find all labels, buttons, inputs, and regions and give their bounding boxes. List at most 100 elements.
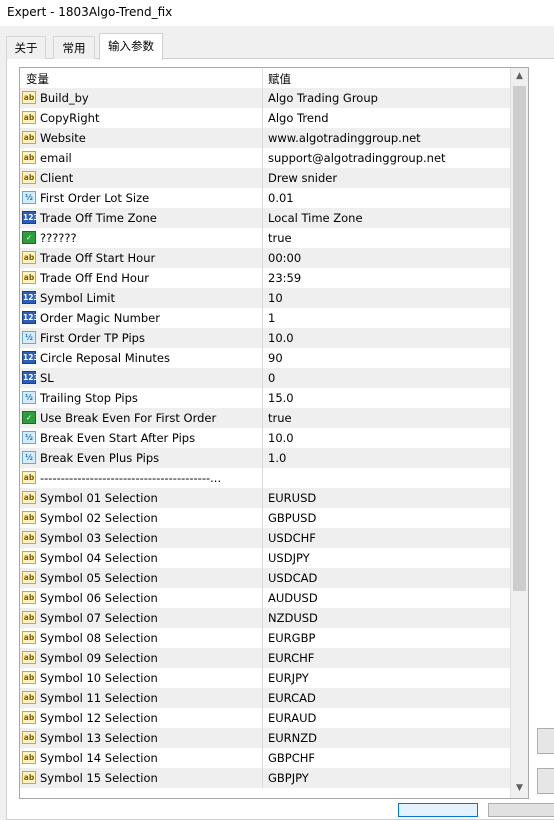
table-row[interactable]: ab Trade Off End Hour 23:59 xyxy=(20,268,510,288)
tab-common[interactable]: 常用 xyxy=(53,36,95,59)
table-row[interactable]: ab Symbol 15 Selection GBPJPY xyxy=(20,768,510,788)
text-type-icon: ab xyxy=(22,271,36,284)
side-button-2[interactable] xyxy=(537,768,554,794)
param-value[interactable]: AUDUSD xyxy=(268,591,318,605)
table-row[interactable]: ab Symbol 14 Selection GBPCHF xyxy=(20,748,510,768)
table-row[interactable]: 123 Circle Reposal Minutes 90 xyxy=(20,348,510,368)
ok-button[interactable] xyxy=(398,803,478,817)
param-value[interactable]: EURCAD xyxy=(268,691,316,705)
param-value[interactable]: GBPJPY xyxy=(268,771,309,785)
param-name: Symbol 08 Selection xyxy=(40,631,158,645)
table-row[interactable]: 123 SL 0 xyxy=(20,368,510,388)
param-value[interactable]: 0.01 xyxy=(268,191,294,205)
param-value[interactable]: GBPCHF xyxy=(268,751,315,765)
param-value[interactable]: 23:59 xyxy=(268,271,301,285)
tab-about[interactable]: 关于 xyxy=(6,36,46,59)
table-row[interactable]: 123 Order Magic Number 1 xyxy=(20,308,510,328)
table-row[interactable]: ab Trade Off Start Hour 00:00 xyxy=(20,248,510,268)
table-row[interactable]: ab Symbol 11 Selection EURCAD xyxy=(20,688,510,708)
double-type-icon: ½ xyxy=(22,391,36,404)
table-row[interactable]: ab Build_by Algo Trading Group xyxy=(20,88,510,108)
param-value[interactable]: GBPUSD xyxy=(268,511,316,525)
column-divider xyxy=(262,488,263,508)
param-value[interactable]: EURCHF xyxy=(268,651,314,665)
param-value[interactable]: EURGBP xyxy=(268,631,315,645)
param-value[interactable]: 0 xyxy=(268,371,275,385)
param-value[interactable]: 15.0 xyxy=(268,391,294,405)
table-row[interactable]: ½ Trailing Stop Pips 15.0 xyxy=(20,388,510,408)
column-divider xyxy=(262,708,263,728)
param-name: Symbol 04 Selection xyxy=(40,551,158,565)
column-divider xyxy=(262,608,263,628)
param-value[interactable]: true xyxy=(268,231,292,245)
param-value[interactable]: Algo Trend xyxy=(268,111,329,125)
table-row[interactable]: ab CopyRight Algo Trend xyxy=(20,108,510,128)
table-row[interactable]: ab Symbol 04 Selection USDJPY xyxy=(20,548,510,568)
header-value[interactable]: 赋值 xyxy=(268,71,291,87)
param-value[interactable]: support@algotradinggroup.net xyxy=(268,151,446,165)
param-value[interactable]: Drew snider xyxy=(268,171,337,185)
param-value[interactable]: true xyxy=(268,411,292,425)
text-type-icon: ab xyxy=(22,691,36,704)
param-value[interactable]: Algo Trading Group xyxy=(268,91,378,105)
table-row[interactable]: ✓?????? true xyxy=(20,228,510,248)
table-row[interactable]: ab Client Drew snider xyxy=(20,168,510,188)
table-row[interactable]: ab Symbol 08 Selection EURGBP xyxy=(20,628,510,648)
table-row[interactable]: ab Symbol 03 Selection USDCHF xyxy=(20,528,510,548)
table-row[interactable]: ½ Break Even Plus Pips 1.0 xyxy=(20,448,510,468)
vertical-scrollbar[interactable]: ▲ ▼ xyxy=(510,68,528,798)
table-row[interactable]: ab Website www.algotradinggroup.net xyxy=(20,128,510,148)
param-value[interactable]: EURJPY xyxy=(268,671,309,685)
param-value[interactable]: USDJPY xyxy=(268,551,310,565)
param-name: ?????? xyxy=(40,231,77,245)
table-row[interactable]: ab Symbol 06 Selection AUDUSD xyxy=(20,588,510,608)
param-value[interactable]: www.algotradinggroup.net xyxy=(268,131,421,145)
scroll-down-button[interactable]: ▼ xyxy=(511,780,528,797)
text-type-icon: ab xyxy=(22,151,36,164)
param-name: ----------------------------------------… xyxy=(40,471,222,485)
param-name: Symbol 02 Selection xyxy=(40,511,158,525)
grid-rows: ab Build_by Algo Trading Group ab CopyRight A… xyxy=(20,88,510,788)
header-variable[interactable]: 变量 xyxy=(26,71,49,87)
param-value[interactable]: Local Time Zone xyxy=(268,211,363,225)
table-row[interactable]: ½ First Order TP Pips 10.0 xyxy=(20,328,510,348)
table-row[interactable]: ab Symbol 07 Selection NZDUSD xyxy=(20,608,510,628)
param-value[interactable]: NZDUSD xyxy=(268,611,318,625)
tab-inputs[interactable]: 输入参数 xyxy=(99,33,163,60)
table-row[interactable]: ab Symbol 05 Selection USDCAD xyxy=(20,568,510,588)
table-row[interactable]: ✓ Use Break Even For First Order true xyxy=(20,408,510,428)
table-row[interactable]: ab Symbol 12 Selection EURAUD xyxy=(20,708,510,728)
param-value[interactable]: 00:00 xyxy=(268,251,301,265)
param-value[interactable]: 10.0 xyxy=(268,331,294,345)
table-row[interactable]: 123 Trade Off Time Zone Local Time Zone xyxy=(20,208,510,228)
column-divider xyxy=(262,248,263,268)
param-value[interactable]: EURNZD xyxy=(268,731,317,745)
scroll-up-button[interactable]: ▲ xyxy=(511,68,528,85)
header-divider[interactable] xyxy=(262,68,263,88)
table-row[interactable]: ½ Break Even Start After Pips 10.0 xyxy=(20,428,510,448)
text-type-icon: ab xyxy=(22,571,36,584)
table-row[interactable]: ab Symbol 13 Selection EURNZD xyxy=(20,728,510,748)
param-name: Use Break Even For First Order xyxy=(40,411,217,425)
table-row[interactable]: ab Symbol 09 Selection EURCHF xyxy=(20,648,510,668)
param-value[interactable]: EURAUD xyxy=(268,711,316,725)
param-value[interactable]: 10 xyxy=(268,291,283,305)
table-row[interactable]: ab --------------------------------------… xyxy=(20,468,510,488)
param-value[interactable]: 1.0 xyxy=(268,451,286,465)
param-value[interactable]: USDCAD xyxy=(268,571,317,585)
param-value[interactable]: EURUSD xyxy=(268,491,316,505)
cancel-button[interactable] xyxy=(488,803,554,817)
scroll-thumb[interactable] xyxy=(513,86,526,591)
param-value[interactable]: 90 xyxy=(268,351,283,365)
param-value[interactable]: 10.0 xyxy=(268,431,294,445)
table-row[interactable]: ab email support@algotradinggroup.net xyxy=(20,148,510,168)
table-row[interactable]: ½ First Order Lot Size 0.01 xyxy=(20,188,510,208)
param-value[interactable]: USDCHF xyxy=(268,531,316,545)
table-row[interactable]: ab Symbol 02 Selection GBPUSD xyxy=(20,508,510,528)
table-row[interactable]: ab Symbol 10 Selection EURJPY xyxy=(20,668,510,688)
parameters-grid: 变量 赋值 ab Build_by Algo Trading Group ab Copy… xyxy=(19,67,529,799)
table-row[interactable]: 123 Symbol Limit 10 xyxy=(20,288,510,308)
param-value[interactable]: 1 xyxy=(268,311,275,325)
table-row[interactable]: ab Symbol 01 Selection EURUSD xyxy=(20,488,510,508)
side-button-1[interactable] xyxy=(537,728,554,754)
